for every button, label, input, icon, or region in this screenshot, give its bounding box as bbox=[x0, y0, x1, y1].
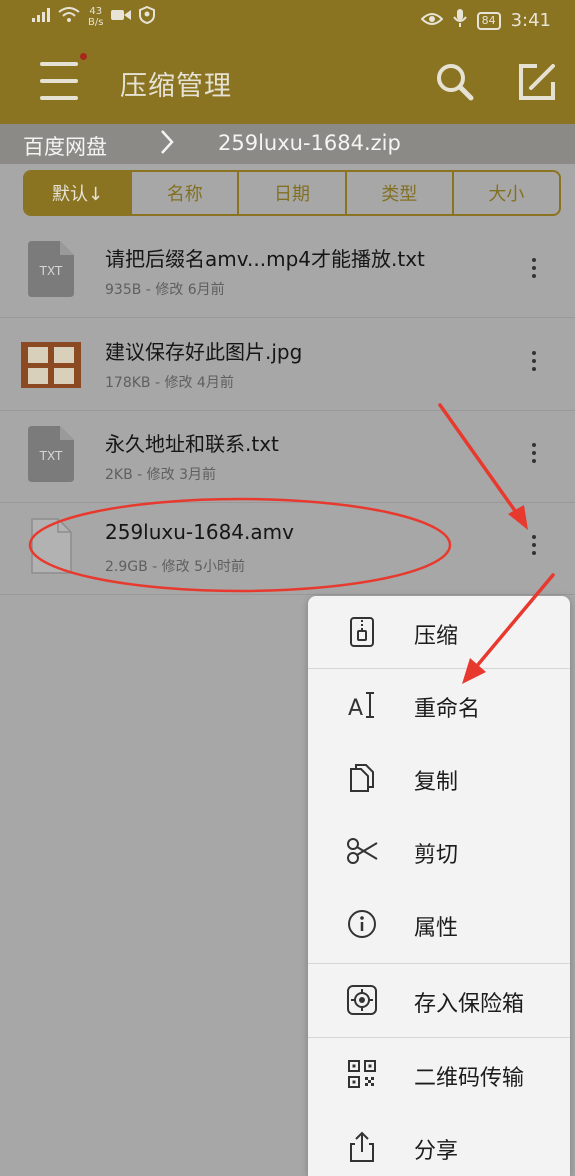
more-options-icon[interactable] bbox=[527, 255, 541, 285]
menu-item-label: 重命名 bbox=[414, 697, 481, 722]
tab-name[interactable]: 名称 bbox=[130, 172, 237, 214]
zip-icon bbox=[346, 616, 378, 648]
file-row[interactable]: TXT 请把后缀名amv...mp4才能播放.txt 935B - 修改 6月前 bbox=[0, 225, 575, 318]
menu-item-label: 存入保险箱 bbox=[414, 992, 525, 1017]
status-bar: 43 B/s 84 3:41 bbox=[0, 0, 575, 40]
safe-icon bbox=[346, 984, 378, 1016]
file-name: 永久地址和联系.txt bbox=[105, 432, 279, 456]
menu-item-label: 压缩 bbox=[414, 624, 459, 649]
file-name: 请把后缀名amv...mp4才能播放.txt bbox=[105, 247, 425, 271]
shield-user-icon bbox=[139, 5, 156, 28]
info-icon bbox=[346, 908, 378, 940]
file-meta: 178KB - 修改 4月前 bbox=[105, 375, 234, 391]
menu-item-label: 复制 bbox=[414, 770, 459, 795]
menu-item-label: 剪切 bbox=[414, 843, 459, 868]
file-row[interactable]: TXT 永久地址和联系.txt 2KB - 修改 3月前 bbox=[0, 410, 575, 503]
video-icon bbox=[111, 8, 132, 26]
more-options-icon[interactable] bbox=[527, 532, 541, 562]
wifi-icon bbox=[58, 7, 80, 27]
txt-file-icon: TXT bbox=[28, 426, 74, 482]
breadcrumb-root[interactable]: 百度网盘 bbox=[23, 131, 107, 161]
file-name: 259luxu-1684.amv bbox=[105, 520, 294, 544]
breadcrumb: 百度网盘 259luxu-1684.zip bbox=[0, 124, 575, 164]
more-options-icon[interactable] bbox=[527, 440, 541, 470]
menu-item-rename[interactable]: A 重命名 bbox=[308, 669, 570, 741]
svg-text:TXT: TXT bbox=[39, 449, 63, 463]
file-meta: 2.9GB - 修改 5小时前 bbox=[105, 559, 246, 575]
chevron-right-icon bbox=[160, 129, 174, 160]
image-thumbnail bbox=[21, 342, 81, 388]
edit-icon[interactable] bbox=[515, 60, 559, 104]
menu-item-cut[interactable]: 剪切 bbox=[308, 815, 570, 887]
menu-item-compress[interactable]: 压缩 bbox=[308, 596, 570, 668]
breadcrumb-current: 259luxu-1684.zip bbox=[218, 131, 401, 155]
svg-text:A: A bbox=[348, 696, 363, 721]
file-name: 建议保存好此图片.jpg bbox=[105, 340, 303, 364]
net-speed: 43 B/s bbox=[88, 6, 104, 28]
txt-file-icon: TXT bbox=[28, 241, 74, 297]
menu-item-copy[interactable]: 复制 bbox=[308, 742, 570, 814]
menu-button[interactable] bbox=[40, 62, 78, 102]
tab-type[interactable]: 类型 bbox=[344, 172, 452, 214]
tab-date[interactable]: 日期 bbox=[237, 172, 344, 214]
search-icon[interactable] bbox=[433, 60, 477, 104]
page-title: 压缩管理 bbox=[120, 71, 232, 102]
file-meta: 935B - 修改 6月前 bbox=[105, 282, 225, 298]
menu-item-label: 分享 bbox=[414, 1139, 459, 1164]
file-row[interactable]: 259luxu-1684.amv 2.9GB - 修改 5小时前 bbox=[0, 502, 575, 595]
copy-icon bbox=[346, 762, 378, 794]
menu-item-properties[interactable]: 属性 bbox=[308, 888, 570, 960]
file-meta: 2KB - 修改 3月前 bbox=[105, 467, 217, 483]
tab-size[interactable]: 大小 bbox=[451, 172, 559, 214]
menu-item-safe[interactable]: 存入保险箱 bbox=[308, 964, 570, 1036]
tab-default[interactable]: 默认↓ bbox=[25, 172, 131, 214]
share-icon bbox=[346, 1131, 378, 1163]
menu-item-share[interactable]: 分享 bbox=[308, 1111, 570, 1176]
svg-text:TXT: TXT bbox=[39, 264, 63, 278]
signal-icon bbox=[32, 8, 50, 26]
more-options-icon[interactable] bbox=[527, 348, 541, 378]
sort-tabs: 默认↓ 名称 日期 类型 大小 bbox=[23, 170, 561, 216]
generic-file-icon bbox=[28, 518, 74, 574]
scissors-icon bbox=[346, 835, 378, 867]
clock: 3:41 bbox=[510, 10, 551, 31]
qr-code-icon bbox=[346, 1058, 378, 1090]
battery-indicator: 84 bbox=[476, 11, 501, 30]
context-menu: 压缩 A 重命名 复制 剪切 属性 存入保险箱 二维码传输 分享 bbox=[308, 596, 570, 1176]
menu-item-label: 属性 bbox=[414, 916, 459, 941]
notification-dot bbox=[80, 53, 87, 60]
file-row[interactable]: 建议保存好此图片.jpg 178KB - 修改 4月前 bbox=[0, 318, 575, 411]
rename-icon: A bbox=[346, 689, 378, 721]
menu-item-qr-transfer[interactable]: 二维码传输 bbox=[308, 1038, 570, 1110]
eye-icon bbox=[420, 10, 443, 31]
microphone-icon bbox=[452, 8, 467, 33]
app-bar: 压缩管理 bbox=[0, 40, 575, 124]
menu-item-label: 二维码传输 bbox=[414, 1066, 525, 1091]
